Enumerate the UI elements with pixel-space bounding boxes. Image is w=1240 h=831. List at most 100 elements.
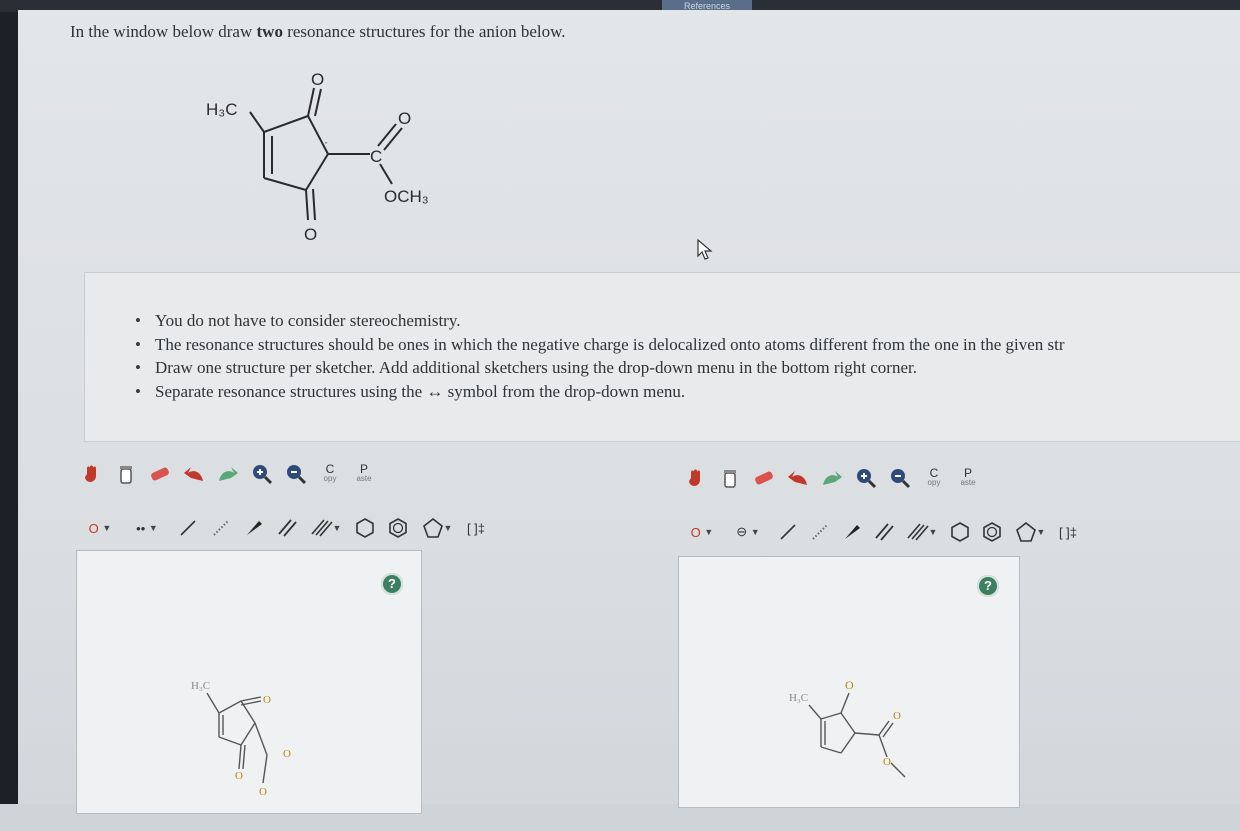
hashed-bond-tool[interactable]	[207, 515, 235, 541]
chevron-down-icon: ▼	[704, 527, 714, 537]
zoom-in-icon[interactable]	[852, 465, 880, 491]
help-button[interactable]: ?	[977, 575, 999, 597]
drawing-methyl-label: H₃C	[789, 692, 808, 704]
methoxy-label: OCH₃	[384, 187, 429, 206]
chevron-down-icon: ▼	[102, 523, 112, 533]
prompt-text-start: In the window below draw	[70, 22, 257, 41]
triple-bond-tool[interactable]: ▼	[306, 515, 346, 541]
double-bond-tool[interactable]	[870, 519, 898, 545]
atom-value: O	[690, 524, 701, 540]
ring-benzene-tool[interactable]	[946, 519, 974, 545]
drawing-oxygen: O	[263, 694, 271, 706]
help-button[interactable]: ?	[381, 573, 403, 595]
ester-carbonyl-oxygen: O	[398, 109, 411, 128]
instruction-item: Separate resonance structures using the …	[135, 380, 1065, 404]
prompt-emphasis: two	[256, 22, 283, 41]
charge-selector[interactable]: •• ▼	[125, 515, 169, 541]
ring-hexagon-tool[interactable]	[384, 515, 412, 541]
copy-letter: C	[325, 462, 335, 476]
wedge-bond-tool[interactable]	[838, 519, 866, 545]
paste-button[interactable]: Paste	[954, 465, 982, 491]
paste-button[interactable]: Paste	[350, 461, 378, 487]
charge-value: ⊖	[736, 524, 748, 539]
copy-button[interactable]: Copy	[920, 465, 948, 491]
single-bond-tool[interactable]	[174, 515, 202, 541]
drawing-oxygen: O	[883, 756, 891, 768]
copy-sub: opy	[927, 478, 941, 487]
chevron-down-icon: ▼	[443, 523, 453, 533]
bracket-tool[interactable]: [ ]‡	[1054, 519, 1082, 545]
sketcher-2: Copy Paste O ▼ ⊖ ▼ ▼ ▼ [ ]‡ ? H₃C O O O	[678, 462, 1077, 808]
ring-hexagon-tool[interactable]	[978, 519, 1006, 545]
drawing-anion-oxygen: O	[845, 678, 854, 692]
copy-sub: opy	[323, 474, 337, 483]
sketcher-toolbar-top: Copy Paste	[682, 464, 982, 492]
ester-carbon: C	[370, 147, 382, 166]
question-prompt: In the window below draw two resonance s…	[70, 22, 566, 42]
bottom-ketone-oxygen: O	[304, 225, 317, 244]
drawing-oxygen: O	[235, 770, 243, 782]
copy-button[interactable]: Copy	[316, 461, 344, 487]
hand-tool-icon[interactable]	[78, 461, 106, 487]
sketcher-1: Copy Paste O ▼ •• ▼ ▼ ▼ [ ]‡ ? H₃C O O O…	[74, 458, 485, 814]
undo-icon[interactable]	[784, 465, 812, 491]
chevron-down-icon: ▼	[928, 527, 938, 537]
ring-pentagon-tool[interactable]: ▼	[1010, 519, 1050, 545]
instructions-box: You do not have to consider stereochemis…	[84, 272, 1240, 442]
given-anion-structure: H₃C O O C OCH₃ O ··	[206, 70, 429, 244]
student-drawing-1: H₃C O O O O	[191, 680, 291, 798]
hashed-bond-tool[interactable]	[806, 519, 834, 545]
charge-value: ••	[136, 520, 146, 536]
atom-selector[interactable]: O ▼	[682, 519, 722, 545]
sketcher-toolbar-bottom: O ▼ •• ▼ ▼ ▼ [ ]‡	[80, 514, 490, 542]
sketcher-toolbar-top: Copy Paste	[78, 460, 378, 488]
carbanion-lone-pair: ··	[320, 135, 328, 149]
top-ketone-oxygen: O	[311, 70, 324, 89]
chevron-down-icon: ▼	[148, 523, 158, 533]
drawing-methyl-label: H₃C	[191, 680, 210, 692]
sketcher-canvas[interactable]: ? H₃C O O O O	[76, 550, 422, 814]
bracket-tool[interactable]: [ ]‡	[462, 515, 490, 541]
atom-value: O	[88, 520, 99, 536]
zoom-out-icon[interactable]	[886, 465, 914, 491]
eraser-icon[interactable]	[750, 465, 778, 491]
single-bond-tool[interactable]	[774, 519, 802, 545]
eraser-icon[interactable]	[146, 461, 174, 487]
triple-bond-tool[interactable]: ▼	[902, 519, 942, 545]
hand-tool-icon[interactable]	[682, 465, 710, 491]
clear-canvas-icon[interactable]	[716, 465, 744, 491]
ring-benzene-tool[interactable]	[351, 515, 379, 541]
instruction-item: The resonance structures should be ones …	[135, 333, 1065, 357]
double-bond-tool[interactable]	[273, 515, 301, 541]
wedge-bond-tool[interactable]	[240, 515, 268, 541]
sketcher-toolbar-bottom: O ▼ ⊖ ▼ ▼ ▼ [ ]‡	[682, 518, 1082, 546]
redo-icon[interactable]	[818, 465, 846, 491]
charge-selector[interactable]: ⊖ ▼	[726, 519, 770, 545]
instruction-item: You do not have to consider stereochemis…	[135, 309, 1065, 333]
chevron-down-icon: ▼	[332, 523, 342, 533]
zoom-out-icon[interactable]	[282, 461, 310, 487]
sketcher-canvas[interactable]: ? H₃C O O O	[678, 556, 1020, 808]
zoom-in-icon[interactable]	[248, 461, 276, 487]
ring-pentagon-tool[interactable]: ▼	[417, 515, 457, 541]
paste-sub: aste	[960, 478, 976, 487]
methyl-label: H₃C	[206, 100, 237, 119]
left-window-edge	[0, 0, 18, 804]
redo-icon[interactable]	[214, 461, 242, 487]
paste-letter: P	[963, 466, 972, 480]
paste-sub: aste	[356, 474, 372, 483]
clear-canvas-icon[interactable]	[112, 461, 140, 487]
atom-selector[interactable]: O ▼	[80, 515, 120, 541]
question-page: In the window below draw two resonance s…	[18, 10, 1240, 814]
copy-letter: C	[929, 466, 939, 480]
instruction-list: You do not have to consider stereochemis…	[135, 309, 1065, 403]
chevron-down-icon: ▼	[1036, 527, 1046, 537]
drawing-oxygen: O	[893, 710, 901, 722]
drawing-oxygen: O	[259, 786, 267, 798]
undo-icon[interactable]	[180, 461, 208, 487]
drawing-anion-oxygen: O	[283, 748, 291, 760]
student-drawing-2: H₃C O O O	[789, 678, 906, 778]
mouse-pointer-icon	[697, 238, 713, 260]
prompt-text-end: resonance structures for the anion below…	[282, 22, 566, 41]
instruction-item: Draw one structure per sketcher. Add add…	[135, 356, 1065, 380]
